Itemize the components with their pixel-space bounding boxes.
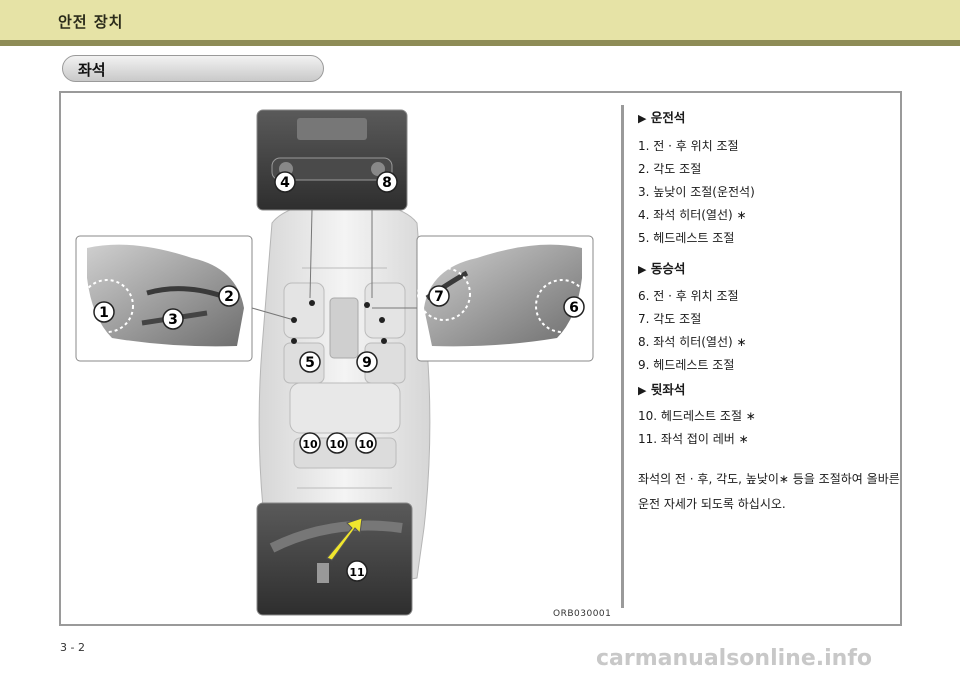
watermark: carmanualsonline.info	[596, 646, 872, 671]
callout-5: 5	[299, 351, 321, 373]
subtitle-label: 좌석	[78, 61, 106, 79]
list-item: 7. 각도 조절	[638, 312, 702, 326]
rear-lever-inset	[256, 502, 413, 616]
body-paragraph: 좌석의 전 · 후, 각도, 높낮이∗ 등을 조절하여 올바른 운전 자세가 되…	[638, 472, 900, 511]
svg-text:9: 9	[362, 355, 372, 371]
callout-11: 11	[346, 560, 368, 582]
callout-10-right: 10	[355, 432, 377, 454]
callout-2: 2	[218, 285, 240, 307]
list-item: 4. 좌석 히터(열선) ∗	[638, 208, 747, 222]
column-divider	[621, 105, 624, 608]
callout-4: 4	[274, 171, 296, 193]
callout-6: 6	[563, 296, 585, 318]
triangle-icon: ▶	[638, 384, 647, 397]
svg-text:11: 11	[349, 566, 364, 579]
svg-text:4: 4	[280, 175, 290, 191]
triangle-icon: ▶	[638, 112, 647, 125]
svg-text:5: 5	[305, 355, 315, 371]
callout-7: 7	[428, 285, 450, 307]
list-item: 11. 좌석 접이 레버 ∗	[638, 432, 749, 446]
svg-text:10: 10	[329, 438, 345, 451]
header-rule	[0, 40, 960, 46]
callout-10-left: 10	[299, 432, 321, 454]
list-item: 5. 헤드레스트 조절	[638, 231, 735, 245]
section-title: 안전 장치	[58, 13, 124, 31]
seat-illustration: 4 8 1 2 3 7 6 5 9 10 10 10 11	[72, 108, 617, 618]
callout-10-center: 10	[326, 432, 348, 454]
list-item: 10. 헤드레스트 조절 ∗	[638, 409, 756, 423]
svg-text:8: 8	[382, 175, 392, 191]
svg-text:10: 10	[302, 438, 318, 451]
rear-heading: ▶ 뒷좌석	[638, 382, 686, 397]
dashboard-inset	[256, 109, 408, 211]
passenger-heading: ▶ 동승석	[638, 261, 686, 276]
svg-text:6: 6	[569, 300, 579, 316]
list-item: 3. 높낮이 조절(운전석)	[638, 185, 755, 199]
page-number: 3 - 2	[60, 641, 85, 654]
list-item: 9. 헤드레스트 조절	[638, 358, 735, 372]
list-item: 2. 각도 조절	[638, 162, 702, 176]
list-item: 8. 좌석 히터(열선) ∗	[638, 335, 747, 349]
svg-text:1: 1	[99, 305, 109, 321]
list-item: 6. 전 · 후 위치 조절	[638, 289, 739, 303]
svg-text:2: 2	[224, 289, 234, 305]
callout-8: 8	[376, 171, 398, 193]
callout-1: 1	[93, 301, 115, 323]
figure-code: ORB030001	[553, 609, 612, 619]
svg-text:10: 10	[358, 438, 374, 451]
callout-9: 9	[356, 351, 378, 373]
list-item: 1. 전 · 후 위치 조절	[638, 139, 739, 153]
triangle-icon: ▶	[638, 263, 647, 276]
svg-text:7: 7	[434, 289, 444, 305]
subtitle-pill: 좌석	[62, 55, 324, 82]
header-band: 안전 장치	[0, 0, 960, 40]
driver-heading: ▶ 운전석	[638, 110, 686, 125]
callout-3: 3	[162, 308, 184, 330]
svg-text:3: 3	[168, 312, 178, 328]
